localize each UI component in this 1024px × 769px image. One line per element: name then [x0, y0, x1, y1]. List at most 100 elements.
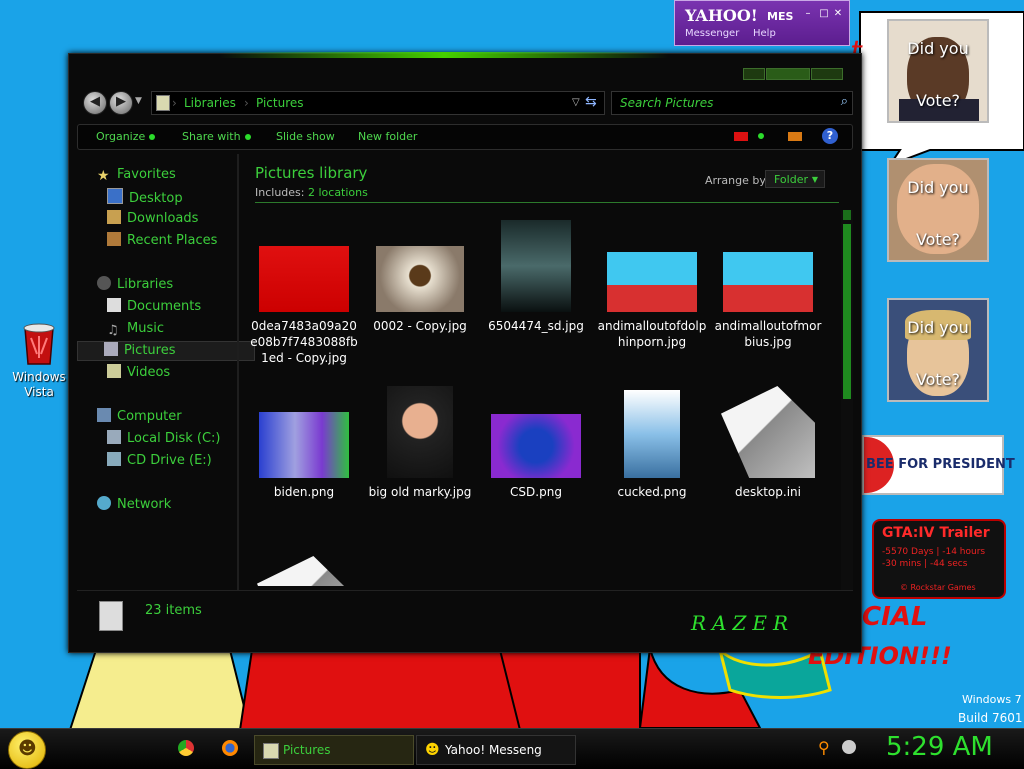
- breadcrumb-pictures[interactable]: Pictures: [256, 96, 304, 110]
- slide-show-button[interactable]: Slide show: [276, 130, 335, 143]
- chrome-icon[interactable]: [178, 740, 194, 756]
- sidebar-item-pictures[interactable]: Pictures: [77, 341, 255, 361]
- recycle-bin[interactable]: Windows Vista: [8, 318, 70, 400]
- sidebar-item-desktop[interactable]: Desktop: [107, 188, 183, 206]
- start-button[interactable]: ☻: [8, 731, 46, 769]
- sidebar-desktop-label: Desktop: [129, 191, 183, 206]
- videos-icon: [107, 364, 121, 378]
- organize-button[interactable]: Organize: [96, 130, 156, 143]
- yahoo-messenger-window[interactable]: YAHOO! MES – □ ✕ Messenger Help: [674, 0, 850, 46]
- sidebar-computer[interactable]: Computer: [97, 408, 182, 426]
- search-icon[interactable]: ⌕: [841, 94, 848, 109]
- new-folder-button[interactable]: New folder: [358, 130, 417, 143]
- vote-image-2: Did you Vote?: [887, 158, 989, 262]
- scrollbar-thumb[interactable]: [843, 224, 851, 399]
- scroll-up-icon[interactable]: [843, 210, 851, 220]
- refresh-icon[interactable]: ⇆: [585, 94, 597, 110]
- star-icon: ★: [97, 168, 110, 184]
- forward-button[interactable]: ▶: [109, 91, 133, 115]
- sidebar-item-videos[interactable]: Videos: [107, 364, 170, 382]
- gta-line1: -5570 Days | -14 hours: [882, 547, 986, 557]
- explorer-window[interactable]: ◀ ▶ ▼ › Libraries › Pictures ▽ ⇆ ⌕ Organ…: [68, 52, 862, 653]
- help-icon[interactable]: ?: [822, 128, 838, 144]
- search-tray-icon[interactable]: ⚲: [818, 738, 830, 757]
- sidebar-item-documents[interactable]: Documents: [107, 298, 201, 316]
- file-item[interactable]: [713, 552, 823, 586]
- sidebar-item-cd-drive[interactable]: CD Drive (E:): [107, 452, 212, 470]
- taskbar-yahoo-button[interactable]: ☻ Yahoo! Messeng: [416, 735, 576, 765]
- gta-footer: © Rockstar Games: [900, 583, 976, 592]
- includes-locations-link[interactable]: 2 locations: [308, 186, 368, 199]
- sidebar-libraries[interactable]: Libraries: [97, 276, 173, 294]
- downloads-icon: [107, 210, 121, 224]
- search-input[interactable]: [618, 94, 822, 112]
- sidebar-network[interactable]: Network: [97, 496, 171, 514]
- minimize-button[interactable]: [743, 68, 765, 80]
- pane-divider[interactable]: [237, 154, 239, 590]
- view-options-icon[interactable]: [734, 132, 748, 141]
- arrange-chevron-icon: ▼: [811, 175, 818, 184]
- file-item[interactable]: cucked.png: [597, 386, 707, 546]
- view-dropdown-icon[interactable]: [758, 133, 764, 139]
- huckabee-text: BEE FOR PRESIDENT: [866, 457, 1015, 472]
- file-item[interactable]: biden.png: [249, 386, 359, 546]
- file-name: big old marky.jpg: [368, 485, 472, 499]
- recent-pages-chevron-icon[interactable]: ▼: [135, 96, 142, 106]
- vertical-scrollbar[interactable]: [841, 210, 853, 590]
- file-item[interactable]: CSD.png: [481, 386, 591, 546]
- build-watermark-2: Build 7601: [958, 711, 1023, 725]
- maximize-button[interactable]: [766, 68, 810, 80]
- file-item[interactable]: 6504474_sd.jpg: [481, 220, 591, 380]
- status-item-count: 23 items: [145, 603, 202, 618]
- file-item[interactable]: andimalloutofdolphinporn.jpg: [597, 220, 707, 380]
- sidebar-favorites[interactable]: ★ Favorites: [97, 166, 176, 184]
- address-bar[interactable]: › Libraries › Pictures ▽: [151, 91, 605, 115]
- sidebar-videos-label: Videos: [127, 365, 171, 380]
- gta-line2: -30 mins | -44 secs: [882, 559, 968, 569]
- firefox-icon[interactable]: [222, 740, 238, 756]
- build-watermark-1: Windows 7: [962, 693, 1022, 706]
- yahoo-close-icon[interactable]: ✕: [833, 9, 843, 19]
- file-item[interactable]: 0002 - Copy.jpg: [365, 220, 475, 380]
- file-item[interactable]: [597, 552, 707, 586]
- clock[interactable]: 5:29 AM: [886, 732, 993, 762]
- search-box[interactable]: ⌕: [611, 91, 853, 115]
- file-name: andimalloutofdolphinporn.jpg: [597, 319, 707, 349]
- vote-text-2a: Did you: [907, 178, 969, 197]
- sidebar-item-local-disk[interactable]: Local Disk (C:): [107, 430, 220, 448]
- yahoo-menu-messenger[interactable]: Messenger: [685, 28, 739, 39]
- yahoo-maximize-icon[interactable]: □: [819, 9, 829, 19]
- pictures-icon: [104, 342, 118, 356]
- file-grid: 0dea7483a09a20e08b7f7483088fb1ed - Copy.…: [243, 212, 839, 586]
- navigation-bar: ◀ ▶ ▼ › Libraries › Pictures ▽ ⇆ ⌕: [77, 88, 857, 116]
- sidebar-computer-label: Computer: [117, 409, 182, 424]
- breadcrumb-libraries[interactable]: Libraries: [184, 96, 236, 110]
- window-top-glow: [219, 52, 669, 58]
- address-dropdown-icon[interactable]: ▽: [572, 97, 580, 108]
- file-item[interactable]: [249, 552, 359, 586]
- vote-image-1: Did you Vote?: [887, 19, 989, 123]
- file-item[interactable]: andimalloutofmorbius.jpg: [713, 220, 823, 380]
- yahoo-minimize-icon[interactable]: –: [803, 9, 813, 19]
- recycle-bin-icon: [23, 323, 55, 365]
- arrange-by-dropdown[interactable]: Folder ▼: [765, 170, 825, 188]
- file-item[interactable]: [365, 552, 475, 586]
- yahoo-menu-help[interactable]: Help: [753, 28, 776, 39]
- yahoo-smiley-icon: ☻: [425, 742, 440, 758]
- sidebar-item-recent-places[interactable]: Recent Places: [107, 232, 217, 250]
- sidebar-libraries-label: Libraries: [117, 277, 174, 292]
- file-item[interactable]: [481, 552, 591, 586]
- file-name: CSD.png: [510, 485, 562, 499]
- file-item[interactable]: 0dea7483a09a20e08b7f7483088fb1ed - Copy.…: [249, 220, 359, 380]
- file-item[interactable]: desktop.ini: [713, 386, 823, 546]
- share-with-button[interactable]: Share with: [182, 130, 251, 143]
- razer-logo: RAZER: [691, 611, 795, 635]
- taskbar-pictures-button[interactable]: Pictures: [254, 735, 414, 765]
- preview-pane-icon[interactable]: [788, 132, 802, 141]
- close-button[interactable]: [811, 68, 843, 80]
- back-button[interactable]: ◀: [83, 91, 107, 115]
- volume-tray-icon[interactable]: [842, 740, 856, 754]
- sidebar-item-downloads[interactable]: Downloads: [107, 210, 198, 228]
- file-item[interactable]: big old marky.jpg: [365, 386, 475, 546]
- sidebar-item-music[interactable]: ♫ Music: [107, 320, 164, 338]
